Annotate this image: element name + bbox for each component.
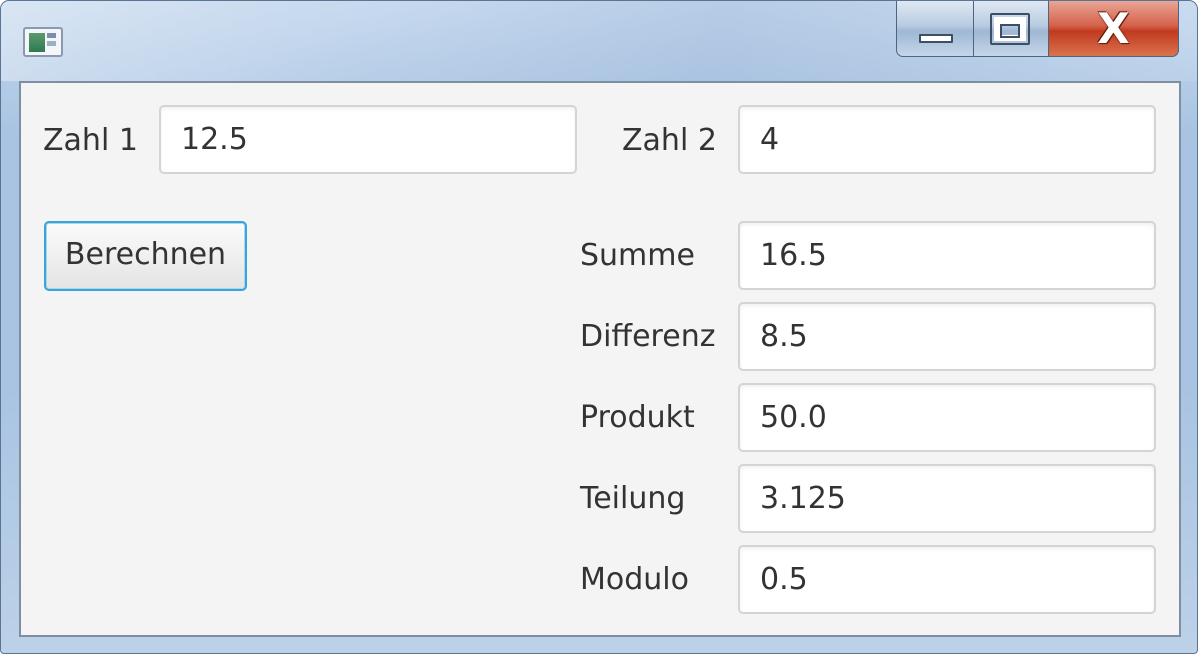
minimize-button[interactable]: [896, 1, 974, 57]
produkt-label: Produkt: [580, 400, 695, 435]
summe-label: Summe: [580, 238, 695, 273]
zahl2-label: Zahl 2: [622, 123, 717, 158]
modulo-field[interactable]: 0.5: [738, 545, 1156, 614]
app-window: X Zahl 1 12.5 Zahl 2 4 Berechnen Summe 1…: [0, 0, 1198, 654]
client-area: Zahl 1 12.5 Zahl 2 4 Berechnen Summe 16.…: [19, 81, 1181, 637]
berechnen-button[interactable]: Berechnen: [44, 221, 247, 291]
differenz-field[interactable]: 8.5: [738, 302, 1156, 371]
differenz-label: Differenz: [580, 319, 716, 354]
produkt-field[interactable]: 50.0: [738, 383, 1156, 452]
minimize-icon: [919, 34, 953, 43]
close-icon: X: [1097, 4, 1130, 53]
teilung-field[interactable]: 3.125: [738, 464, 1156, 533]
summe-field[interactable]: 16.5: [738, 221, 1156, 290]
maximize-icon: [990, 13, 1030, 45]
teilung-label: Teilung: [580, 481, 686, 516]
modulo-label: Modulo: [580, 562, 689, 597]
maximize-button[interactable]: [974, 1, 1049, 57]
close-button[interactable]: X: [1049, 1, 1179, 57]
caption-buttons: X: [896, 1, 1179, 57]
zahl2-input[interactable]: 4: [738, 105, 1156, 174]
application-window-icon[interactable]: [23, 27, 63, 57]
zahl1-label: Zahl 1: [43, 123, 138, 158]
zahl1-input[interactable]: 12.5: [159, 105, 577, 174]
